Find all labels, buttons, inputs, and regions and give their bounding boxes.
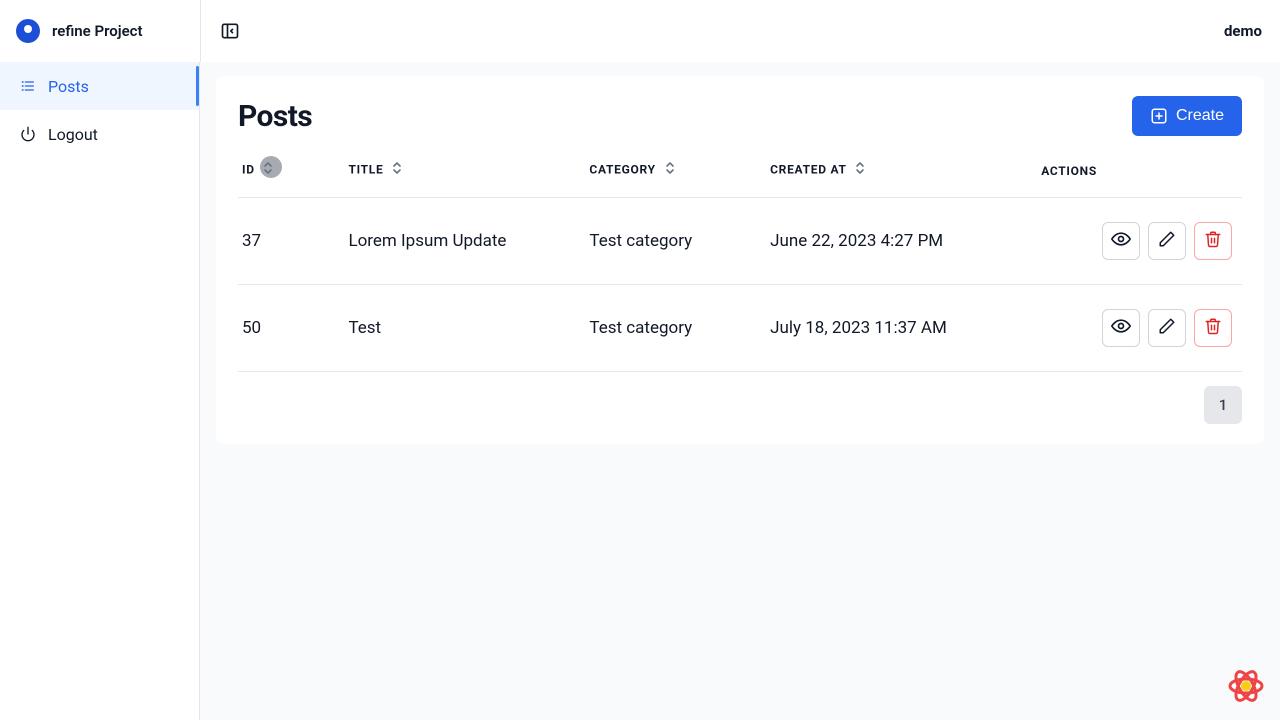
plus-square-icon xyxy=(1150,107,1168,125)
list-icon xyxy=(20,78,36,94)
delete-button[interactable] xyxy=(1194,309,1232,347)
column-header-actions: ACTIONS xyxy=(1041,144,1242,198)
content-card: Posts Create ID TITLE xyxy=(216,76,1264,444)
collapse-sidebar-icon xyxy=(220,21,240,41)
cell-actions xyxy=(1041,285,1242,372)
create-button[interactable]: Create xyxy=(1132,96,1242,136)
react-query-devtools-icon xyxy=(1226,666,1266,706)
table-row: 50TestTest categoryJuly 18, 2023 11:37 A… xyxy=(238,285,1242,372)
cell-id: 37 xyxy=(238,198,348,285)
sidebar-item-logout[interactable]: Logout xyxy=(0,110,199,158)
cell-category: Test category xyxy=(589,198,770,285)
logo-icon xyxy=(16,19,40,43)
cell-title: Test xyxy=(348,285,589,372)
column-header-title[interactable]: TITLE xyxy=(348,144,589,198)
current-user: demo xyxy=(1224,22,1280,40)
topbar: refine Project demo xyxy=(0,0,1280,62)
react-query-devtools-button[interactable] xyxy=(1226,666,1266,706)
eye-icon xyxy=(1111,229,1131,254)
sidebar-item-posts[interactable]: Posts xyxy=(0,62,199,110)
app-title: refine Project xyxy=(52,22,143,40)
view-button[interactable] xyxy=(1102,309,1140,347)
cell-id: 50 xyxy=(238,285,348,372)
trash-icon xyxy=(1204,230,1222,253)
pencil-icon xyxy=(1158,317,1176,340)
table-row: 37Lorem Ipsum UpdateTest categoryJune 22… xyxy=(238,198,1242,285)
page-title: Posts xyxy=(238,99,312,134)
cell-title: Lorem Ipsum Update xyxy=(348,198,589,285)
divider xyxy=(200,0,201,62)
delete-button[interactable] xyxy=(1194,222,1232,260)
page-header: Posts Create xyxy=(238,96,1242,136)
sort-icon xyxy=(391,161,403,178)
cursor-indicator xyxy=(260,156,282,178)
sidebar-item-label: Logout xyxy=(48,125,98,144)
eye-icon xyxy=(1111,316,1131,341)
column-header-created-at[interactable]: CREATED AT xyxy=(770,144,1041,198)
sidebar: Posts Logout xyxy=(0,62,200,720)
main: Posts Create ID TITLE xyxy=(200,62,1280,720)
edit-button[interactable] xyxy=(1148,222,1186,260)
cell-category: Test category xyxy=(589,285,770,372)
pagination: 1 xyxy=(238,386,1242,424)
create-button-label: Create xyxy=(1176,107,1224,125)
collapse-sidebar-button[interactable] xyxy=(218,19,242,43)
sort-icon xyxy=(854,161,866,178)
pencil-icon xyxy=(1158,230,1176,253)
column-header-id[interactable]: ID xyxy=(238,144,348,198)
cell-created-at: June 22, 2023 4:27 PM xyxy=(770,198,1041,285)
power-icon xyxy=(20,126,36,142)
column-header-category[interactable]: CATEGORY xyxy=(589,144,770,198)
view-button[interactable] xyxy=(1102,222,1140,260)
sidebar-item-label: Posts xyxy=(48,77,89,96)
sort-icon xyxy=(664,161,676,178)
page-number[interactable]: 1 xyxy=(1204,386,1242,424)
trash-icon xyxy=(1204,317,1222,340)
edit-button[interactable] xyxy=(1148,309,1186,347)
cell-actions xyxy=(1041,198,1242,285)
cell-created-at: July 18, 2023 11:37 AM xyxy=(770,285,1041,372)
posts-table: ID TITLE CATEGORY xyxy=(238,144,1242,372)
brand: refine Project xyxy=(0,19,200,43)
